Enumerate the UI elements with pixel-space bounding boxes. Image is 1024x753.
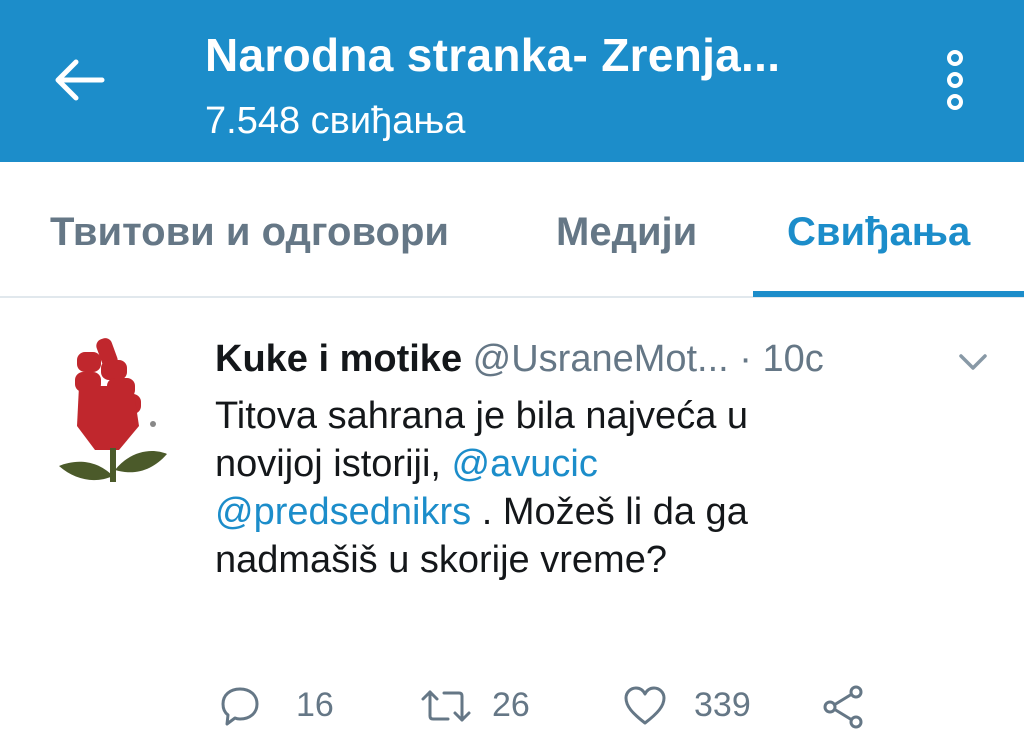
author-handle[interactable]: @UsraneMot... — [473, 338, 729, 380]
tab-tweets-and-replies[interactable]: Твитови и одговори — [50, 210, 449, 255]
tweet[interactable]: Kuke i motike @UsraneMot... · 10с Titova… — [0, 300, 1024, 753]
back-button[interactable] — [50, 55, 110, 105]
retweet-count: 26 — [492, 686, 530, 724]
heart-icon — [624, 686, 666, 725]
tweet-text-fragment: . Možeš li da ga — [471, 491, 748, 533]
more-vertical-icon — [947, 50, 963, 110]
tweet-line: novijoj istoriji, @avucic — [215, 440, 955, 488]
tweet-line: @predsednikrs . Možeš li da ga — [215, 488, 955, 536]
chevron-down-icon — [959, 354, 987, 370]
reply-icon — [221, 687, 259, 726]
profile-tabs: Твитови и одговори Медији Свиђања — [0, 162, 1024, 300]
fist-rose-logo-icon — [59, 338, 167, 482]
retweet-icon — [421, 690, 471, 722]
tweet-line: nadmašiš u skorije vreme? — [215, 539, 667, 581]
active-tab-indicator — [753, 291, 1024, 297]
profile-header: Narodna stranka- Zrenja... 7.548 свиђања — [0, 0, 1024, 162]
share-button[interactable] — [820, 682, 870, 732]
reply-button[interactable]: 16 — [218, 682, 338, 732]
header-likes-count: 7.548 свиђања — [205, 100, 466, 142]
tweet-text-fragment: novijoj istoriji, — [215, 443, 452, 485]
mention-link[interactable]: @predsednikrs — [215, 491, 471, 533]
tweet-text: Titova sahrana je bila najveća u novijoj… — [215, 392, 955, 584]
author-name[interactable]: Kuke i motike — [215, 338, 462, 380]
arrow-left-icon — [55, 59, 105, 101]
like-count: 339 — [694, 686, 751, 724]
header-title: Narodna stranka- Zrenja... — [205, 29, 781, 81]
reply-count: 16 — [296, 686, 334, 724]
avatar[interactable] — [55, 330, 173, 490]
more-options-button[interactable] — [935, 48, 975, 118]
tab-likes[interactable]: Свиђања — [787, 210, 970, 255]
tweet-header: Kuke i motike @UsraneMot... · 10с — [215, 338, 824, 381]
tweet-menu-button[interactable] — [955, 348, 991, 376]
tweet-actions: 16 26 339 — [0, 682, 1024, 742]
like-button[interactable]: 339 — [622, 682, 762, 732]
separator-dot: · — [739, 338, 752, 380]
tweet-line: Titova sahrana je bila najveća u — [215, 395, 749, 437]
tweet-time[interactable]: 10с — [763, 338, 824, 380]
mention-link[interactable]: @avucic — [452, 443, 598, 485]
retweet-button[interactable]: 26 — [420, 682, 550, 732]
share-icon — [823, 685, 863, 729]
tab-media[interactable]: Медији — [556, 210, 697, 255]
